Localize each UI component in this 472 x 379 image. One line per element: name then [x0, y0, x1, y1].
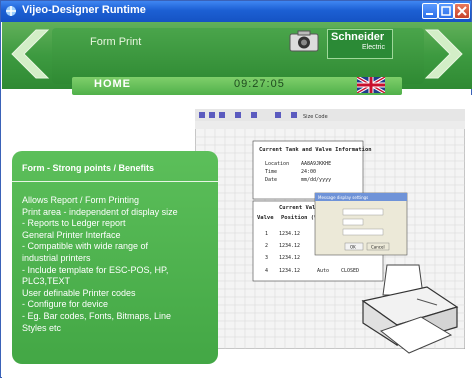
doc-field-value: 24:00 [301, 169, 316, 175]
dialog-title: Message display settings [318, 195, 368, 200]
clock: 09:27:05 [234, 78, 285, 90]
list-item: - Eg. Bar codes, Fonts, Bitmaps, Line [22, 310, 172, 321]
brand-sub: Electric [362, 44, 385, 51]
home-label[interactable]: HOME [94, 78, 131, 90]
table-cell: 3 [265, 255, 268, 261]
divider [12, 181, 218, 182]
size-code-label: Size Code [303, 114, 328, 120]
list-item: Styles etc [22, 322, 62, 333]
camera-icon[interactable] [289, 30, 319, 52]
list-item: General Printer Interface [22, 229, 121, 240]
arrow-left-icon[interactable] [6, 28, 50, 80]
list-item: - Compatible with wide range of [22, 241, 149, 252]
app-icon [6, 6, 16, 16]
doc-field-value: AA8A9JKKHE [301, 161, 331, 167]
maximize-button[interactable] [438, 3, 454, 19]
table-cell: Auto [317, 268, 329, 274]
window-title: Vijeo-Designer Runtime [22, 4, 146, 16]
list-item: industrial printers [22, 252, 91, 263]
doc-field-value: mm/dd/yyyy [301, 177, 331, 183]
minimize-button[interactable] [422, 3, 438, 19]
doc-field-label: Location [265, 161, 289, 167]
benefits-panel: Form - Strong points / Benefits Allows R… [12, 151, 218, 364]
table-header: Valve [257, 215, 274, 221]
list-item: - Include template for ESC-POS, HP, [22, 264, 169, 275]
list-item: PLC3,TEXT [22, 276, 71, 287]
runtime-window: Vijeo-Designer Runtime Form Print Schnei… [0, 0, 472, 379]
list-item: Allows Report / Form Printing [22, 195, 140, 205]
dialog-ok: OK [350, 245, 356, 250]
list-item: - Configure for device [22, 299, 109, 310]
list-item: User definable Printer codes [22, 287, 136, 298]
printer-icon [361, 264, 459, 354]
doc-field-label: Time [265, 169, 277, 175]
list-item: Print area - independent of display size [22, 206, 178, 217]
brand-name: Schneider [331, 31, 385, 43]
minimize-icon [426, 13, 433, 15]
uk-flag-icon[interactable] [357, 77, 385, 93]
table-cell: 1234.12 [279, 243, 300, 249]
close-icon [457, 6, 467, 16]
screen-title: Form Print [90, 36, 142, 48]
table-header: Position (% [281, 215, 318, 221]
table-cell: 1234.12 [279, 268, 300, 274]
list-item: - Reports to Ledger report [22, 218, 126, 229]
schneider-logo: Schneider Electric [327, 29, 393, 59]
doc-heading: Current Tank and Valve Information [259, 147, 372, 153]
arrow-right-icon[interactable] [424, 28, 468, 80]
table-cell: 2 [265, 243, 268, 249]
table-cell: 1234.12 [279, 255, 300, 261]
benefits-list: Allows Report / Form Printing Print area… [22, 195, 212, 334]
table-cell: 1 [265, 231, 268, 237]
benefits-heading: Form - Strong points / Benefits [22, 163, 154, 173]
title-bar: Vijeo-Designer Runtime [1, 1, 471, 22]
table-cell: 4 [265, 268, 268, 274]
doc-field-label: Date [265, 177, 277, 183]
maximize-icon [441, 6, 451, 16]
green-header: Form Print Schneider Electric HOME 09:27… [2, 22, 472, 95]
table-cell: 1234.12 [279, 231, 300, 237]
close-button[interactable] [454, 3, 470, 19]
dialog-cancel: Cancel [371, 245, 385, 250]
